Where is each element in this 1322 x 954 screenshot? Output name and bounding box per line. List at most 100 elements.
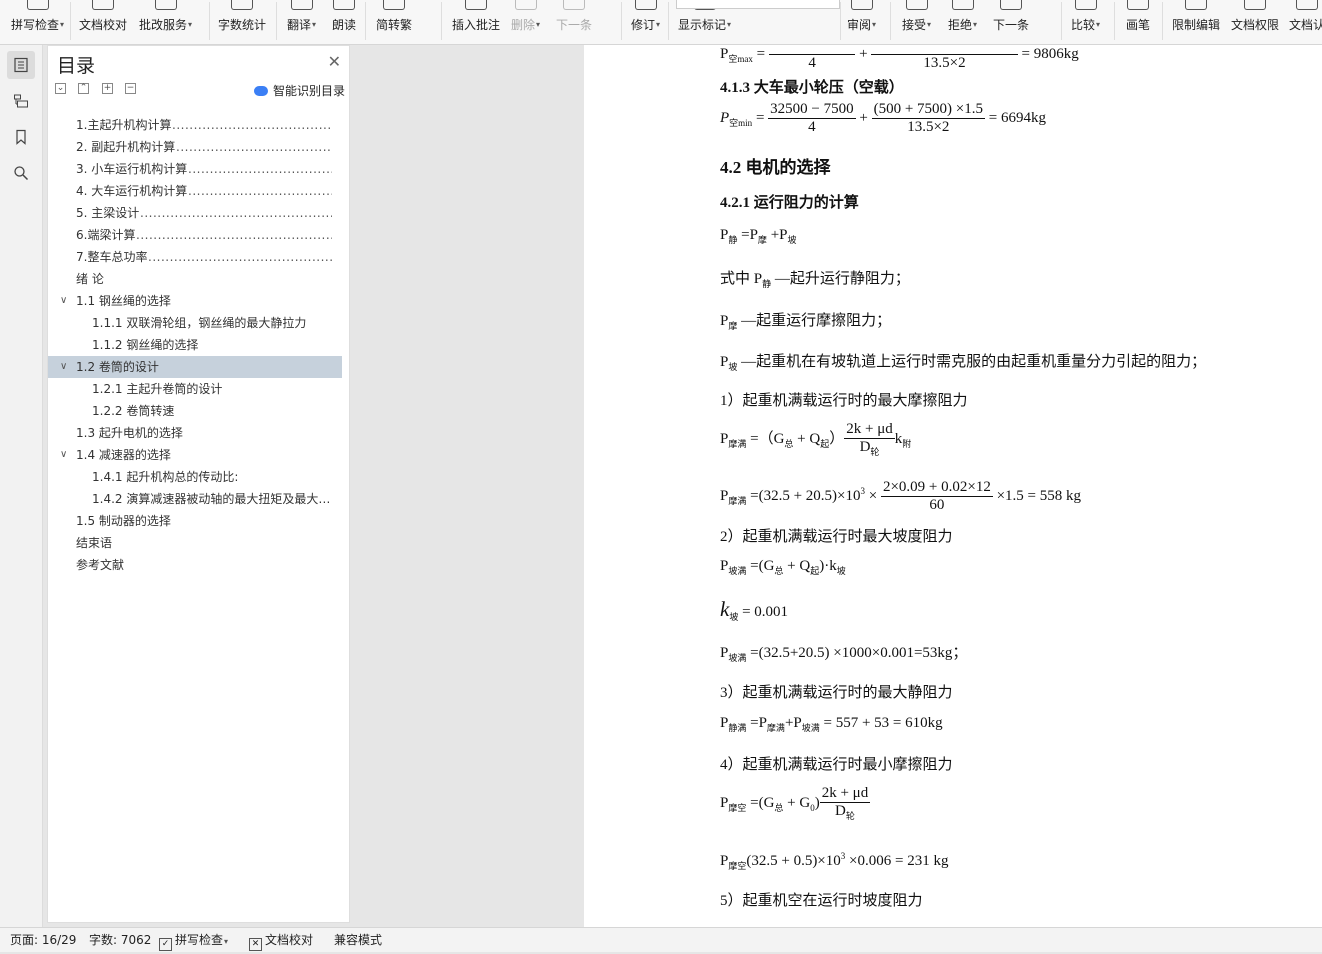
ribbon-separator	[276, 2, 277, 40]
heading-4-2: 4.2 电机的选择	[720, 158, 831, 177]
toc-item[interactable]: ∨ 1.1 钢丝绳的选择	[48, 290, 351, 312]
eq-fric-val-tail: ×1.5 = 558 kg	[996, 487, 1082, 504]
check-icon: ✓	[159, 938, 172, 951]
chevron-down-icon: ▾	[312, 20, 317, 29]
bookmark-rail-icon[interactable]	[7, 123, 35, 151]
ribbon-button[interactable]: 下一条	[993, 0, 1029, 44]
ribbon-button[interactable]: 批改服务 ▾	[139, 0, 192, 44]
word-count[interactable]: 字数: 7062	[89, 928, 151, 952]
chevron-down-icon[interactable]: ∨	[60, 290, 67, 312]
ribbon-button[interactable]: 删除 ▾	[511, 0, 540, 44]
toc-item[interactable]: 1.主起升机构计算...............................…	[48, 114, 351, 136]
toc-item[interactable]: 4. 大车运行机构计算.............................…	[48, 180, 351, 202]
toc-leader-dots: ........................................…	[172, 118, 332, 132]
toc-item-label: 结束语	[76, 536, 113, 550]
close-icon[interactable]: ✕	[328, 52, 341, 71]
toc-item[interactable]: 结束语	[48, 532, 351, 554]
ribbon-button[interactable]: 比较 ▾	[1071, 0, 1100, 44]
toc-item[interactable]: ∨ 1.4 减速器的选择	[48, 444, 351, 466]
expand-up-icon[interactable]: ⌃	[78, 83, 89, 94]
ribbon-button-icon	[92, 0, 114, 10]
ribbon-toolbar: 拼写检查 ▾ 文档校对 批改服务 ▾ 字数统计 翻译 ▾ 朗读 简转繁 插入批注 删除 ▾ 下一条 修订 ▾ 显…	[0, 0, 1322, 45]
eq-pmax-result: = 9806kg	[1021, 45, 1079, 62]
toc-panel: 目录 ✕ ⌄ ⌃ + − 智能识别目录 1.主起升机构计算...........…	[47, 45, 350, 923]
toc-item[interactable]: 1.2.2 卷筒转速	[48, 400, 351, 422]
ribbon-button-label: 拼写检查	[11, 18, 60, 32]
spell-check-status[interactable]: ✓ 拼写检查▾	[159, 928, 228, 952]
ribbon-button[interactable]: 拼写检查 ▾	[11, 0, 64, 44]
proofread-icon: ✕	[249, 938, 262, 951]
chevron-down-icon: ▾	[224, 937, 229, 946]
ribbon-separator	[1162, 2, 1163, 40]
collapse-all-icon[interactable]: ⌄	[55, 83, 66, 94]
toc-item[interactable]: 3. 小车运行机构计算.............................…	[48, 158, 351, 180]
ribbon-button[interactable]: 文档校对	[79, 0, 127, 44]
toc-item-label: 2. 副起升机构计算	[76, 140, 176, 154]
toc-item-label: 1.2.1 主起升卷筒的设计	[92, 382, 223, 396]
remove-heading-icon[interactable]: −	[125, 83, 136, 94]
ribbon-button[interactable]: 接受 ▾	[902, 0, 931, 44]
proofread-status[interactable]: ✕ 文档校对	[249, 928, 313, 952]
chevron-down-icon[interactable]: ∨	[60, 356, 67, 378]
add-heading-icon[interactable]: +	[102, 83, 113, 94]
ribbon-button[interactable]: 朗读	[332, 0, 356, 44]
chevron-down-icon[interactable]: ∨	[60, 444, 67, 466]
ribbon-button[interactable]: 简转繁	[376, 0, 412, 44]
toc-item[interactable]: 5. 主梁设计.................................…	[48, 202, 351, 224]
status-bar: 页面: 16/29 字数: 7062 ✓ 拼写检查▾ ✕ 文档校对 兼容模式	[0, 927, 1322, 952]
markup-display-combo[interactable]	[676, 0, 840, 9]
outline-rail-icon[interactable]	[7, 87, 35, 115]
ribbon-button[interactable]: 审阅 ▾	[847, 0, 876, 44]
ribbon-button[interactable]: 修订 ▾	[631, 0, 660, 44]
ribbon-button[interactable]: 翻译 ▾	[287, 0, 316, 44]
ribbon-button[interactable]: 下一条	[556, 0, 592, 44]
ribbon-button-icon	[383, 0, 405, 10]
ribbon-button[interactable]: 文档权限	[1231, 0, 1279, 44]
para-friction-text: —起重运行摩擦阻力；	[741, 313, 892, 329]
ribbon-button[interactable]: 文档认	[1289, 0, 1322, 44]
toc-item[interactable]: 6.端梁计算..................................…	[48, 224, 351, 246]
ribbon-button-icon	[1244, 0, 1266, 10]
toc-item[interactable]: ∨ 1.2 卷筒的设计	[48, 356, 342, 378]
toc-item[interactable]: 1.2.1 主起升卷筒的设计	[48, 378, 351, 400]
ribbon-separator	[621, 2, 622, 40]
toc-item[interactable]: 2. 副起升机构计算..............................…	[48, 136, 351, 158]
search-rail-icon[interactable]	[7, 159, 35, 187]
ribbon-button[interactable]: 拒绝 ▾	[948, 0, 977, 44]
toc-item[interactable]: 1.4.2 演算减速器被动轴的最大扭矩及最大…	[48, 488, 351, 510]
ribbon-button-label: 画笔	[1126, 18, 1151, 32]
document-page[interactable]: P空max = 4 + 13.5×2 = 9806kg 4.1.3 大车最小轮压…	[584, 45, 1322, 927]
toc-item[interactable]: 1.5 制动器的选择	[48, 510, 351, 532]
equation-p-static: P静 =P摩 +P坡	[720, 227, 797, 245]
proofread-label: 文档校对	[265, 933, 314, 947]
toc-item-label: 绪 论	[76, 272, 104, 286]
toc-item[interactable]: 1.1.1 双联滑轮组，钢丝绳的最大静拉力	[48, 312, 351, 334]
toc-title: 目录	[57, 55, 96, 77]
toc-item-label: 1.2.2 卷筒转速	[92, 404, 175, 418]
smart-toc-button[interactable]: 智能识别目录	[253, 82, 345, 99]
page-indicator[interactable]: 页面: 16/29	[10, 928, 76, 952]
ribbon-button-label: 文档认	[1289, 18, 1322, 32]
ribbon-button[interactable]: 限制编辑	[1172, 0, 1220, 44]
para-slope: P坡 —起重机在有坡轨道上运行时需克服的由起重机重量分力引起的阻力；	[720, 354, 1207, 372]
ribbon-button[interactable]: 插入批注	[452, 0, 500, 44]
toc-leader-dots: ........................................…	[136, 228, 332, 242]
toc-rail-icon[interactable]	[7, 51, 35, 79]
toc-item[interactable]: 参考文献	[48, 554, 351, 576]
ribbon-button[interactable]: 画笔	[1126, 0, 1150, 44]
toc-item[interactable]: 1.3 起升电机的选择	[48, 422, 351, 444]
toc-item[interactable]: 1.1.2 钢丝绳的选择	[48, 334, 351, 356]
toc-item[interactable]: 1.4.1 起升机构总的传动比:	[48, 466, 351, 488]
ribbon-button-icon	[290, 0, 313, 10]
toc-item[interactable]: 绪 论	[48, 268, 351, 290]
ribbon-button[interactable]: 字数统计	[218, 0, 266, 44]
equation-min-friction-formula: P摩空 =(G总 + G0) 2k + μd D轮	[720, 785, 871, 821]
para-where-prefix: 式中	[720, 271, 751, 287]
eq-fric-frac-num: 2k + μd	[844, 421, 895, 439]
ribbon-separator	[668, 2, 669, 40]
toc-item[interactable]: 7.整车总功率.................................…	[48, 246, 351, 268]
ribbon-button-label: 修订	[631, 18, 656, 32]
ribbon-button-label: 接受	[902, 18, 927, 32]
eq-fric-val-num: 2×0.09 + 0.02×12	[880, 479, 993, 497]
equation-k-slope: k坡 = 0.001	[720, 597, 789, 622]
